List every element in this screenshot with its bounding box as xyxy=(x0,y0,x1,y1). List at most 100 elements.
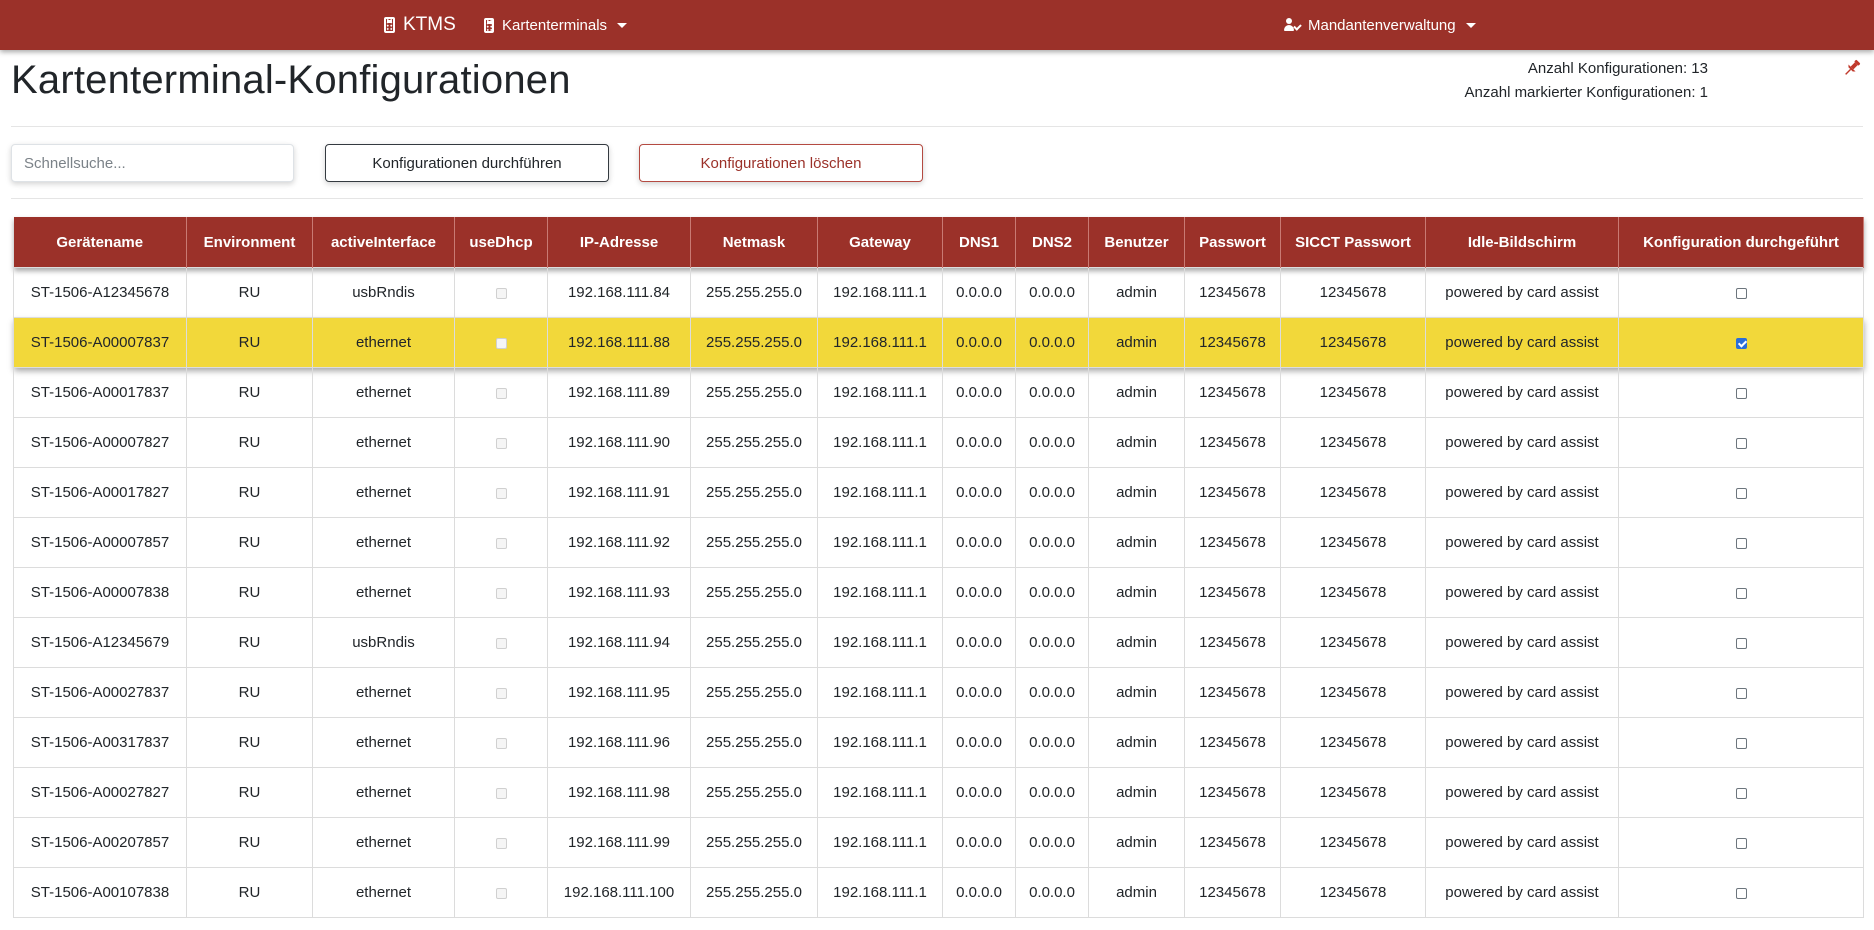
table-row[interactable]: ST-1506-A12345678 RU usbRndis 192.168.111.8… xyxy=(13,267,1864,318)
column-header[interactable]: Environment xyxy=(186,217,313,268)
column-header[interactable]: Netmask xyxy=(690,217,818,268)
table-row[interactable]: ST-1506-A00017827 RU ethernet 192.168.111.9… xyxy=(13,467,1864,518)
table-row[interactable]: ST-1506-A00317837 RU ethernet 192.168.111.9… xyxy=(13,717,1864,768)
user-cell: admin xyxy=(1088,267,1185,318)
dns1-cell: 0.0.0.0 xyxy=(942,667,1016,718)
kartenterminals-dropdown[interactable]: Kartenterminals xyxy=(484,0,628,50)
table-row[interactable]: ST-1506-A00007837 RU ethernet 192.168.111.8… xyxy=(13,317,1864,368)
gateway-cell: 192.168.111.1 xyxy=(817,317,943,368)
delete-configurations-button[interactable]: Konfigurationen löschen xyxy=(639,144,923,182)
column-header[interactable]: DNS1 xyxy=(942,217,1016,268)
table-row[interactable]: ST-1506-A12345679 RU usbRndis 192.168.111.9… xyxy=(13,617,1864,668)
divider xyxy=(11,198,1863,199)
gateway-cell: 192.168.111.1 xyxy=(817,717,943,768)
netmask-cell: 255.255.255.0 xyxy=(690,717,818,768)
user-cell: admin xyxy=(1088,667,1185,718)
environment-cell: RU xyxy=(186,767,313,818)
table-row[interactable]: ST-1506-A00027837 RU ethernet 192.168.111.9… xyxy=(13,667,1864,718)
table-row[interactable]: ST-1506-A00207857 RU ethernet 192.168.111.9… xyxy=(13,817,1864,868)
netmask-cell: 255.255.255.0 xyxy=(690,817,818,868)
device-name-cell: ST-1506-A00107838 xyxy=(13,867,187,918)
use-dhcp-cell xyxy=(454,567,548,618)
netmask-cell: 255.255.255.0 xyxy=(690,867,818,918)
configured-checkbox[interactable] xyxy=(1735,487,1747,499)
netmask-cell: 255.255.255.0 xyxy=(690,767,818,818)
interface-cell: ethernet xyxy=(312,467,455,518)
column-header[interactable]: useDhcp xyxy=(454,217,548,268)
gateway-cell: 192.168.111.1 xyxy=(817,267,943,318)
column-header[interactable]: Konfiguration durchgeführt xyxy=(1618,217,1864,268)
netmask-cell: 255.255.255.0 xyxy=(690,367,818,418)
sicct-password-cell: 12345678 xyxy=(1280,267,1426,318)
configured-checkbox[interactable] xyxy=(1735,837,1747,849)
dns2-cell: 0.0.0.0 xyxy=(1015,267,1089,318)
marked-configuration-count: Anzahl markierter Konfigurationen: 1 xyxy=(1464,84,1708,101)
configured-checkbox[interactable] xyxy=(1735,637,1747,649)
quick-search-input[interactable] xyxy=(11,144,294,182)
environment-cell: RU xyxy=(186,417,313,468)
gateway-cell: 192.168.111.1 xyxy=(817,867,943,918)
sicct-password-cell: 12345678 xyxy=(1280,617,1426,668)
top-navbar: KTMS Kartenterminals Mandantenverwaltung xyxy=(0,0,1874,50)
configured-cell xyxy=(1618,567,1864,618)
configured-checkbox[interactable] xyxy=(1735,387,1747,399)
device-name-cell: ST-1506-A00007837 xyxy=(13,317,187,368)
table-row[interactable]: ST-1506-A00007857 RU ethernet 192.168.111.9… xyxy=(13,517,1864,568)
configured-cell xyxy=(1618,517,1864,568)
device-name-cell: ST-1506-A00017827 xyxy=(13,467,187,518)
table-header-row: Gerätename Environment activeInterface useD… xyxy=(13,217,1864,268)
idle-screen-cell: powered by card assist xyxy=(1425,817,1619,868)
run-configurations-button[interactable]: Konfigurationen durchführen xyxy=(325,144,609,182)
configured-checkbox[interactable] xyxy=(1735,587,1747,599)
ip-address-cell: 192.168.111.96 xyxy=(547,717,691,768)
dns1-cell: 0.0.0.0 xyxy=(942,317,1016,368)
dns2-cell: 0.0.0.0 xyxy=(1015,717,1089,768)
pin-icon[interactable] xyxy=(1842,58,1862,78)
table-row[interactable]: ST-1506-A00017837 RU ethernet 192.168.111.8… xyxy=(13,367,1864,418)
dns1-cell: 0.0.0.0 xyxy=(942,767,1016,818)
configured-checkbox[interactable] xyxy=(1735,737,1747,749)
configured-cell xyxy=(1618,267,1864,318)
dns1-cell: 0.0.0.0 xyxy=(942,567,1016,618)
configured-checkbox[interactable] xyxy=(1735,887,1747,899)
table-row[interactable]: ST-1506-A00027827 RU ethernet 192.168.111.9… xyxy=(13,767,1864,818)
table-row[interactable]: ST-1506-A00007838 RU ethernet 192.168.111.9… xyxy=(13,567,1864,618)
user-cell: admin xyxy=(1088,617,1185,668)
configured-checkbox[interactable] xyxy=(1735,787,1747,799)
configured-checkbox[interactable] xyxy=(1735,687,1747,699)
column-header[interactable]: Passwort xyxy=(1184,217,1281,268)
table-row[interactable]: ST-1506-A00107838 RU ethernet 192.168.111.1… xyxy=(13,867,1864,918)
idle-screen-cell: powered by card assist xyxy=(1425,517,1619,568)
table-row[interactable]: ST-1506-A00007827 RU ethernet 192.168.111.9… xyxy=(13,417,1864,468)
dns2-cell: 0.0.0.0 xyxy=(1015,817,1089,868)
column-header[interactable]: activeInterface xyxy=(312,217,455,268)
column-header[interactable]: Gerätename xyxy=(13,217,187,268)
configured-checkbox[interactable] xyxy=(1735,537,1747,549)
dns1-cell: 0.0.0.0 xyxy=(942,267,1016,318)
password-cell: 12345678 xyxy=(1184,467,1281,518)
column-header[interactable]: Idle-Bildschirm xyxy=(1425,217,1619,268)
column-header[interactable]: SICCT Passwort xyxy=(1280,217,1426,268)
column-header[interactable]: Gateway xyxy=(817,217,943,268)
gateway-cell: 192.168.111.1 xyxy=(817,417,943,468)
user-cell: admin xyxy=(1088,817,1185,868)
dns2-cell: 0.0.0.0 xyxy=(1015,867,1089,918)
brand-link[interactable]: KTMS xyxy=(384,0,456,50)
use-dhcp-cell xyxy=(454,467,548,518)
column-header[interactable]: Benutzer xyxy=(1088,217,1185,268)
configured-checkbox[interactable] xyxy=(1735,437,1747,449)
configured-checkbox[interactable] xyxy=(1735,287,1747,299)
use-dhcp-checkbox xyxy=(495,637,507,649)
column-header[interactable]: IP-Adresse xyxy=(547,217,691,268)
ip-address-cell: 192.168.111.100 xyxy=(547,867,691,918)
password-cell: 12345678 xyxy=(1184,367,1281,418)
column-header[interactable]: DNS2 xyxy=(1015,217,1089,268)
netmask-cell: 255.255.255.0 xyxy=(690,417,818,468)
configured-checkbox[interactable] xyxy=(1735,337,1747,349)
sicct-password-cell: 12345678 xyxy=(1280,417,1426,468)
password-cell: 12345678 xyxy=(1184,317,1281,368)
kartenterminals-label: Kartenterminals xyxy=(502,16,608,34)
user-cell: admin xyxy=(1088,417,1185,468)
use-dhcp-checkbox xyxy=(495,387,507,399)
mandantenverwaltung-dropdown[interactable]: Mandantenverwaltung xyxy=(1284,0,1476,50)
